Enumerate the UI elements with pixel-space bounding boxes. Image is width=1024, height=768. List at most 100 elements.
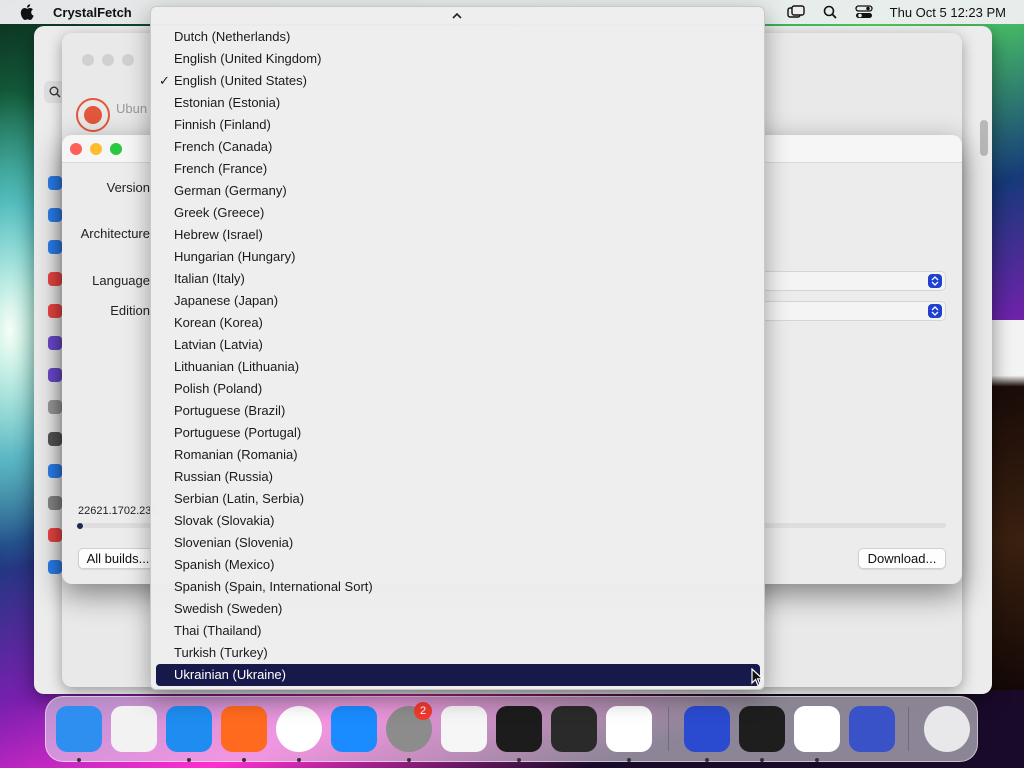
running-indicator [407, 758, 411, 762]
language-menu-item-label: Thai (Thailand) [174, 623, 262, 638]
screen-time-icon[interactable] [48, 368, 62, 382]
language-menu-item[interactable]: Estonian (Estonia) [156, 92, 760, 114]
close-button[interactable] [70, 143, 82, 155]
language-menu-item-label: Serbian (Latin, Serbia) [174, 491, 305, 506]
language-menu-list: Dutch (Netherlands) English (United Kingd… [156, 26, 760, 686]
system-information-icon[interactable] [794, 706, 840, 752]
language-menu-item[interactable]: Hebrew (Israel) [156, 224, 760, 246]
language-menu-item[interactable]: ✓ English (United States) [156, 70, 760, 92]
textedit-icon[interactable] [441, 706, 487, 752]
notifications-icon[interactable] [48, 272, 62, 286]
language-dropdown-menu: Dutch (Netherlands) English (United Kingd… [150, 6, 765, 690]
dock-separator [908, 707, 909, 751]
garageband-icon[interactable] [551, 706, 597, 752]
language-menu-item[interactable]: Swedish (Sweden) [156, 598, 760, 620]
all-builds-button[interactable]: All builds... [78, 548, 158, 569]
running-indicator [705, 758, 709, 762]
siri-icon[interactable] [48, 528, 62, 542]
sound-icon[interactable] [48, 304, 62, 318]
wifi-icon[interactable] [48, 176, 62, 190]
language-menu-item-label: Swedish (Sweden) [174, 601, 283, 616]
language-menu-item[interactable]: German (Germany) [156, 180, 760, 202]
general-icon[interactable] [48, 400, 62, 414]
privacy-icon[interactable] [48, 560, 62, 574]
language-menu-item[interactable]: Romanian (Romania) [156, 444, 760, 466]
language-menu-item[interactable]: Spanish (Spain, International Sort) [156, 576, 760, 598]
language-menu-item[interactable]: Italian (Italy) [156, 268, 760, 290]
language-menu-item-label: Lithuanian (Lithuania) [174, 359, 300, 374]
build-number: 22621.1702.230 [78, 505, 158, 517]
language-menu-item[interactable]: Finnish (Finland) [156, 114, 760, 136]
language-menu-item[interactable]: Portuguese (Portugal) [156, 422, 760, 444]
minimize-button[interactable] [90, 143, 102, 155]
finder-icon[interactable] [56, 706, 102, 752]
edition-label: Edition [110, 303, 150, 318]
language-menu-item-label: Korean (Korea) [174, 315, 263, 330]
apple-icon[interactable] [20, 4, 34, 20]
firefox-icon[interactable] [221, 706, 267, 752]
language-menu-item[interactable]: Russian (Russia) [156, 466, 760, 488]
chrome-icon[interactable] [276, 706, 322, 752]
language-menu-item[interactable]: Slovak (Slovakia) [156, 510, 760, 532]
running-indicator [815, 758, 819, 762]
control-center-icon[interactable] [854, 4, 874, 20]
crystalfetch-icon[interactable] [849, 706, 895, 752]
language-menu-item[interactable]: Japanese (Japan) [156, 290, 760, 312]
trash-icon[interactable] [924, 706, 970, 752]
terminal-icon[interactable] [496, 706, 542, 752]
control-center-icon[interactable] [48, 496, 62, 510]
ubuntu-logo-icon [76, 98, 110, 132]
language-popup[interactable] [760, 271, 946, 291]
dock-separator [668, 707, 669, 751]
language-menu-item[interactable]: Dutch (Netherlands) [156, 26, 760, 48]
window-controls [70, 143, 122, 155]
active-app-name[interactable]: CrystalFetch [53, 5, 132, 20]
language-menu-item-label: Greek (Greece) [174, 205, 265, 220]
inactive-window-controls[interactable] [82, 54, 134, 66]
language-menu-item[interactable]: Ukrainian (Ukraine) [156, 664, 760, 686]
running-indicator [77, 758, 81, 762]
language-menu-item[interactable]: Serbian (Latin, Serbia) [156, 488, 760, 510]
version-label: Version [106, 180, 150, 195]
language-menu-item[interactable]: French (Canada) [156, 136, 760, 158]
utm-icon[interactable] [684, 706, 730, 752]
language-menu-item[interactable]: English (United Kingdom) [156, 48, 760, 70]
notification-badge: 2 [414, 702, 432, 720]
language-menu-item[interactable]: Spanish (Mexico) [156, 554, 760, 576]
safari-icon[interactable] [166, 706, 212, 752]
language-menu-item[interactable]: Greek (Greece) [156, 202, 760, 224]
focus-icon[interactable] [48, 336, 62, 350]
running-indicator [760, 758, 764, 762]
app-store-icon[interactable] [331, 706, 377, 752]
language-menu-item[interactable]: Portuguese (Brazil) [156, 400, 760, 422]
language-menu-item[interactable]: Latvian (Latvia) [156, 334, 760, 356]
search-icon[interactable] [820, 4, 840, 20]
appearance-icon[interactable] [48, 432, 62, 446]
download-button[interactable]: Download... [858, 548, 946, 569]
language-menu-item[interactable]: Lithuanian (Lithuania) [156, 356, 760, 378]
language-menu-item-label: French (Canada) [174, 139, 273, 154]
running-indicator [187, 758, 191, 762]
vscode-icon[interactable] [606, 706, 652, 752]
edition-popup[interactable] [760, 301, 946, 321]
network-icon[interactable] [48, 240, 62, 254]
activity-monitor-icon[interactable] [739, 706, 785, 752]
language-menu-item[interactable]: Turkish (Turkey) [156, 642, 760, 664]
window-switcher-icon[interactable] [786, 4, 806, 20]
language-menu-item[interactable]: Slovenian (Slovenia) [156, 532, 760, 554]
language-menu-item[interactable]: Thai (Thailand) [156, 620, 760, 642]
language-menu-item[interactable]: French (France) [156, 158, 760, 180]
running-indicator [517, 758, 521, 762]
accessibility-icon[interactable] [48, 464, 62, 478]
language-menu-item[interactable]: Polish (Poland) [156, 378, 760, 400]
menu-bar-clock[interactable]: Thu Oct 5 12:23 PM [890, 5, 1006, 20]
chevron-up-down-icon [928, 274, 942, 288]
language-menu-item-label: Spanish (Spain, International Sort) [174, 579, 373, 594]
scrollbar-thumb[interactable] [980, 120, 988, 156]
language-menu-item[interactable]: Korean (Korea) [156, 312, 760, 334]
zoom-button[interactable] [110, 143, 122, 155]
launchpad-icon[interactable] [111, 706, 157, 752]
bluetooth-icon[interactable] [48, 208, 62, 222]
language-menu-item[interactable]: Hungarian (Hungary) [156, 246, 760, 268]
scroll-up-arrow-icon[interactable] [451, 11, 463, 21]
